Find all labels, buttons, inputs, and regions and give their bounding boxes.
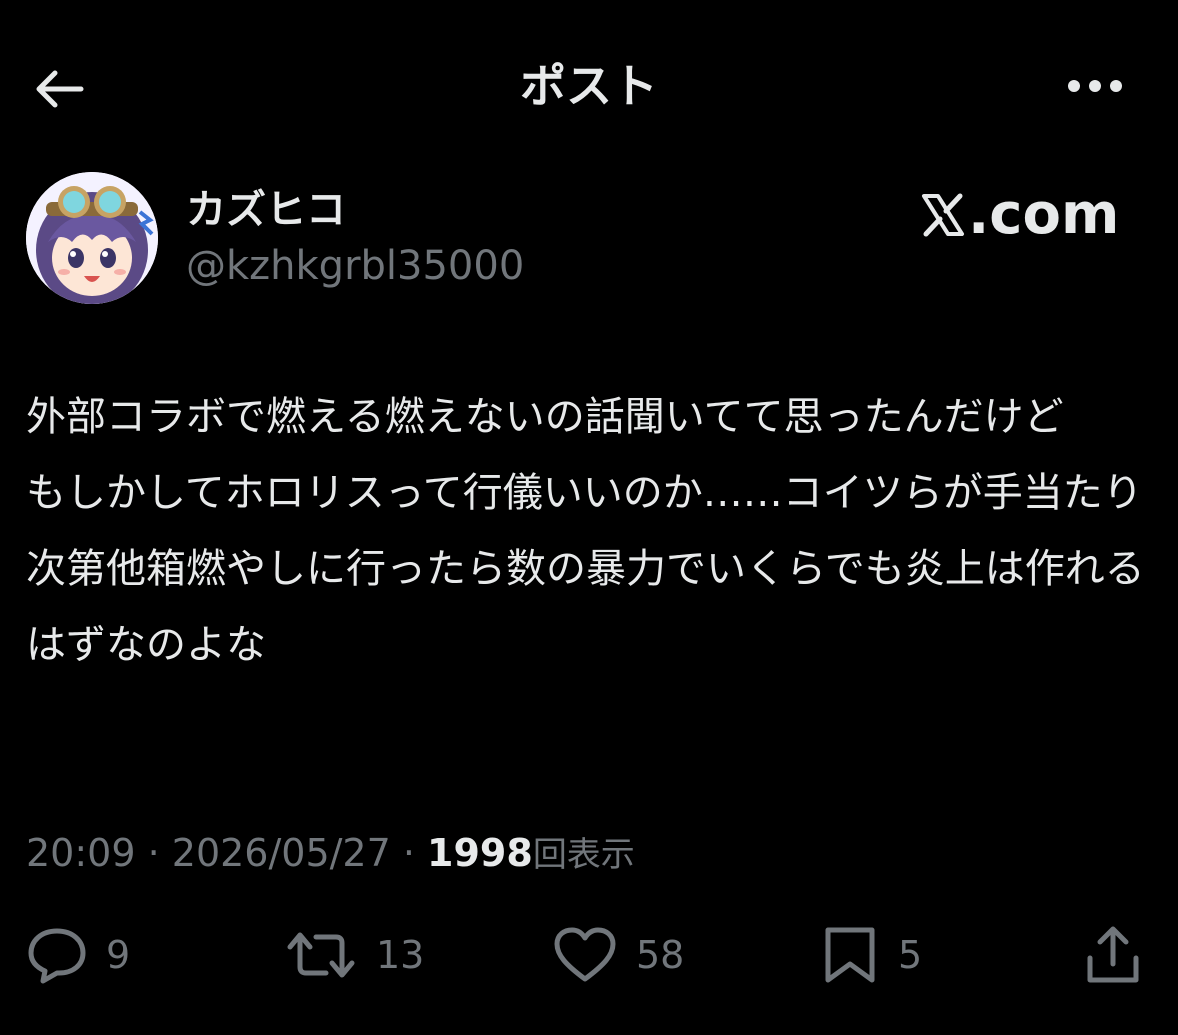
back-button[interactable]	[22, 52, 96, 126]
meta-separator: ·	[390, 831, 428, 875]
author-handle[interactable]: @kzhkgrbl35000	[186, 240, 524, 292]
repost-count: 13	[376, 933, 425, 977]
header: ポスト	[0, 54, 1178, 118]
reply-icon	[28, 928, 86, 984]
x-logo-icon	[922, 193, 964, 237]
author-display-name[interactable]: カズヒコ	[186, 186, 346, 234]
post-text: 外部コラボで燃える燃えないの話聞いてて思ったんだけど もしかしてホロリスって行儀…	[26, 394, 1145, 668]
post-date[interactable]: 2026/05/27	[172, 831, 391, 875]
heart-icon	[554, 927, 616, 982]
like-button[interactable]: 58	[552, 920, 684, 990]
x-com-watermark: .com	[920, 182, 1119, 248]
bookmark-icon	[825, 927, 875, 983]
share-icon	[1087, 926, 1139, 983]
share-button[interactable]	[1082, 920, 1144, 990]
post-meta: 20:09 · 2026/05/27 · 1998回表示	[26, 828, 635, 880]
reply-count: 9	[106, 933, 131, 977]
bookmark-button[interactable]: 5	[820, 920, 922, 990]
repost-icon	[287, 932, 355, 978]
like-count: 58	[636, 933, 685, 977]
arrow-left-icon	[36, 70, 84, 108]
repost-button[interactable]: 13	[284, 920, 424, 990]
more-options-button[interactable]	[1058, 58, 1132, 114]
reply-button[interactable]: 9	[26, 920, 130, 990]
views-label: 回表示	[532, 835, 635, 875]
more-horizontal-icon	[1068, 80, 1122, 92]
meta-separator: ·	[135, 831, 172, 875]
bookmark-count: 5	[898, 933, 923, 977]
post-time[interactable]: 20:09	[26, 831, 136, 875]
page-title: ポスト	[520, 59, 658, 113]
watermark-text: .com	[968, 182, 1120, 247]
views-count[interactable]: 1998	[427, 831, 533, 875]
avatar[interactable]	[26, 172, 158, 304]
